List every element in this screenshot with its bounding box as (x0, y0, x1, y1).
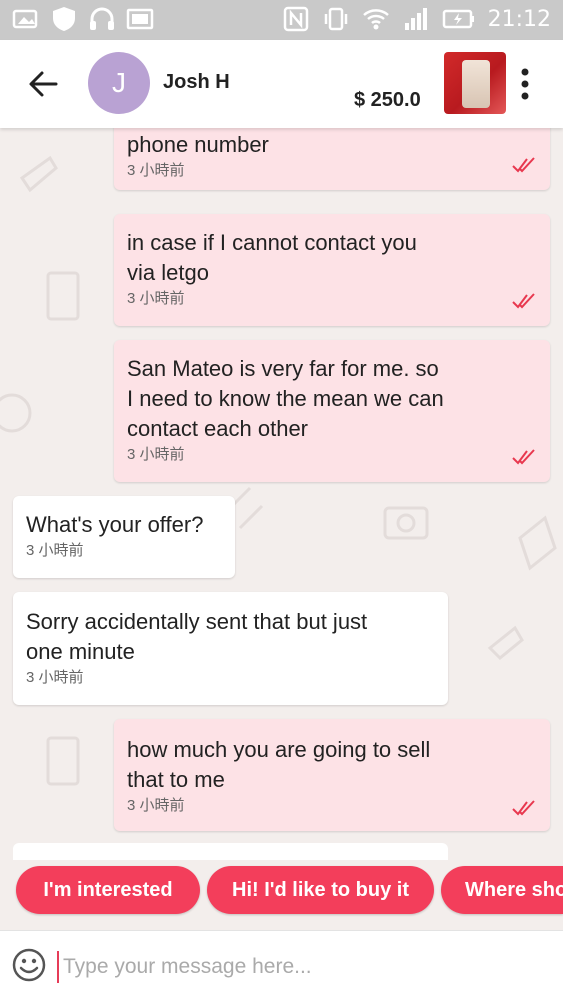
message-bubble-outgoing[interactable]: phone number 3 小時前 (114, 128, 550, 190)
phone-image (462, 60, 490, 108)
read-receipt-icon (512, 449, 535, 465)
more-options-icon[interactable] (512, 62, 538, 106)
message-bubble-incoming[interactable]: What's your offer? 3 小時前 (13, 496, 235, 578)
read-receipt-icon (512, 293, 535, 309)
message-time: 3 小時前 (127, 446, 185, 463)
shield-icon (53, 7, 75, 31)
message-time: 3 小時前 (127, 290, 185, 307)
nfc-icon (283, 6, 308, 32)
quick-reply-chip[interactable]: Hi! I'd like to buy it (207, 866, 434, 914)
avatar[interactable]: J (88, 52, 150, 114)
message-bubble-outgoing[interactable]: San Mateo is very far for me. so I need … (114, 340, 550, 482)
image-icon (126, 8, 154, 30)
message-text: What's your offer? (26, 512, 204, 537)
status-bar: 21:12 (0, 0, 563, 40)
chat-header: J Josh H $ 250.0 (0, 40, 563, 128)
emoji-icon[interactable] (12, 948, 46, 982)
message-text: in case if I cannot contact you via letg… (127, 230, 417, 285)
photo-sync-icon (12, 9, 38, 29)
message-text: Sorry accidentally sent that but just on… (26, 609, 368, 664)
message-time: 3 小時前 (26, 542, 84, 559)
vibrate-icon (324, 7, 347, 31)
message-time: 3 小時前 (127, 797, 185, 814)
message-text: how much you are going to sell that to m… (127, 737, 431, 792)
message-bubble-outgoing[interactable]: how much you are going to sell that to m… (114, 719, 550, 831)
read-receipt-icon (512, 800, 535, 816)
read-receipt-icon (512, 157, 535, 173)
contact-name[interactable]: Josh H (163, 71, 230, 94)
message-bubble-incoming[interactable]: Sorry accidentally sent that but just on… (13, 592, 448, 705)
message-time: 3 小時前 (127, 162, 185, 179)
message-text: San Mateo is very far for me. so I need … (127, 356, 444, 441)
message-list[interactable]: phone number 3 小時前 in case if I cannot c… (0, 128, 563, 860)
wifi-icon (362, 9, 389, 30)
product-thumbnail[interactable] (444, 52, 506, 114)
battery-charging-icon (442, 9, 474, 29)
composer-bar: Type your message here... (0, 930, 563, 1000)
message-input[interactable]: Type your message here... (57, 951, 497, 983)
avatar-letter: J (112, 67, 126, 98)
quick-reply-chip[interactable]: Where should we meet? (441, 866, 563, 914)
message-text: phone number (127, 132, 269, 157)
signal-icon (404, 8, 427, 30)
quick-replies: I'm interested Hi! I'd like to buy it Wh… (0, 866, 563, 916)
message-bubble-outgoing[interactable]: in case if I cannot contact you via letg… (114, 214, 550, 326)
message-time: 3 小時前 (26, 669, 84, 686)
quick-reply-chip[interactable]: I'm interested (16, 866, 200, 914)
back-arrow-icon[interactable] (22, 64, 66, 104)
clock: 21:12 (487, 6, 551, 32)
product-price: $ 250.0 (354, 89, 421, 111)
headphones-icon (90, 7, 114, 30)
message-bubble-partial (13, 843, 448, 860)
